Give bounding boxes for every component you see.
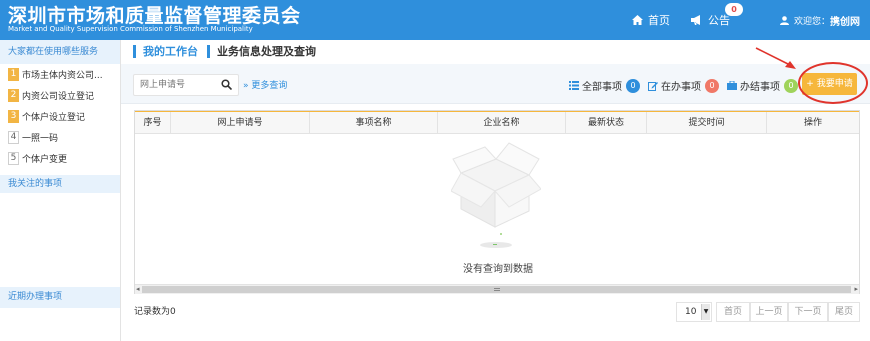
sidebar-item-label: 一照一码 <box>22 134 59 144</box>
filter-all-items[interactable]: 全部事项 0 <box>569 78 640 93</box>
column-header[interactable]: 事项名称 <box>310 112 438 134</box>
user-name: 携创网 <box>830 17 861 28</box>
empty-message: 没有查询到数据 <box>463 264 533 275</box>
list-icon <box>569 81 579 90</box>
annotation-arrow <box>755 47 796 69</box>
page-size-select[interactable]: 10 ▼ <box>676 302 712 322</box>
sidebar-item-label: 个体户变更 <box>22 155 68 165</box>
sidebar-item-3[interactable]: 3 个体户设立登记 <box>0 106 120 127</box>
filter-label: 全部事项 <box>582 82 622 93</box>
notice-count-badge: 0 <box>725 3 743 16</box>
horizontal-scrollbar[interactable]: ◂ ▸ <box>135 284 859 294</box>
more-query-label: 更多查询 <box>251 81 288 91</box>
filter-label: 办结事项 <box>740 82 780 93</box>
sidebar-item-2[interactable]: 2 内资公司设立登记 <box>0 85 120 106</box>
item-number: 3 <box>8 110 19 123</box>
more-query-link[interactable]: » 更多查询 <box>243 78 287 91</box>
dropdown-arrow-icon: ▼ <box>701 304 710 320</box>
site-subtitle: Market and Quality Supervision Commissio… <box>8 25 253 33</box>
home-label: 首页 <box>648 14 670 27</box>
sidebar-item-1[interactable]: 1 市场主体内资公司... <box>0 64 120 85</box>
sidebar-item-5[interactable]: 5 个体户变更 <box>0 148 120 169</box>
last-page-button[interactable]: 尾页 <box>828 302 860 322</box>
filter-completed[interactable]: 办结事项 0 <box>727 78 798 93</box>
top-header: 深圳市市场和质量监督管理委员会 Market and Quality Super… <box>0 0 870 40</box>
column-header[interactable]: 操作 <box>767 112 859 134</box>
sidebar-watched-items[interactable]: 我关注的事项 <box>0 175 120 193</box>
home-link[interactable]: 首页 <box>632 12 670 28</box>
item-number: 1 <box>8 68 19 81</box>
table-header: 序号 网上申请号 事项名称 企业名称 最新状态 提交时间 操作 <box>135 111 859 134</box>
first-page-button[interactable]: 首页 <box>716 302 750 322</box>
filter-count-badge: 0 <box>784 78 798 93</box>
scroll-left-icon[interactable]: ◂ <box>136 286 140 293</box>
user-menu[interactable]: 欢迎您： 携创网 <box>780 13 860 28</box>
notice-link[interactable]: 公告 <box>691 12 730 28</box>
scrollbar-thumb[interactable] <box>142 286 851 293</box>
next-page-button[interactable]: 下一页 <box>788 302 828 322</box>
filter-in-progress[interactable]: 在办事项 0 <box>648 78 719 93</box>
double-chevron-down-icon: » <box>243 81 249 91</box>
grip-icon <box>494 288 500 291</box>
record-count: 记录数为0 <box>134 307 176 317</box>
page-size-value: 10 <box>685 307 697 317</box>
filter-label: 在办事项 <box>661 82 701 93</box>
site-title: 深圳市市场和质量监督管理委员会 <box>8 5 301 27</box>
breadcrumb-current: 业务信息处理及查询 <box>207 45 316 58</box>
item-number: 4 <box>8 131 19 144</box>
sidebar: 大家都在使用哪些服务 1 市场主体内资公司... 2 内资公司设立登记 3 个体… <box>0 40 121 341</box>
filter-count-badge: 0 <box>626 78 640 93</box>
column-header[interactable]: 网上申请号 <box>171 112 310 134</box>
empty-box-icon <box>451 142 541 248</box>
sidebar-item-label: 个体户设立登记 <box>22 113 86 123</box>
sidebar-item-label: 内资公司设立登记 <box>22 92 95 102</box>
sidebar-recent-items[interactable]: 近期办理事项 <box>0 287 120 308</box>
sidebar-item-4[interactable]: 4 一照一码 <box>0 127 120 148</box>
column-header[interactable]: 提交时间 <box>647 112 767 134</box>
prev-page-button[interactable]: 上一页 <box>750 302 788 322</box>
sidebar-popular-header: 大家都在使用哪些服务 <box>0 40 120 64</box>
scroll-right-icon[interactable]: ▸ <box>854 286 858 293</box>
column-header[interactable]: 序号 <box>135 112 171 134</box>
filter-count-badge: 0 <box>705 78 719 93</box>
column-header[interactable]: 最新状态 <box>566 112 647 134</box>
edit-icon <box>648 81 658 91</box>
home-icon <box>632 15 643 25</box>
briefcase-icon <box>727 81 737 90</box>
results-table: 序号 网上申请号 事项名称 企业名称 最新状态 提交时间 操作 没有查询到数据 … <box>134 110 860 294</box>
search-input[interactable] <box>134 75 214 95</box>
sidebar-item-label: 市场主体内资公司... <box>22 71 103 81</box>
welcome-label: 欢迎您： <box>794 17 831 27</box>
column-header[interactable]: 企业名称 <box>438 112 566 134</box>
megaphone-icon <box>691 15 700 25</box>
search-icon[interactable] <box>221 79 232 90</box>
item-number: 2 <box>8 89 19 102</box>
breadcrumb-workspace[interactable]: 我的工作台 <box>133 45 198 58</box>
apply-button[interactable]: + 我要申请 <box>802 73 857 95</box>
item-number: 5 <box>8 152 19 165</box>
user-icon <box>780 16 789 25</box>
search-box <box>133 74 239 96</box>
